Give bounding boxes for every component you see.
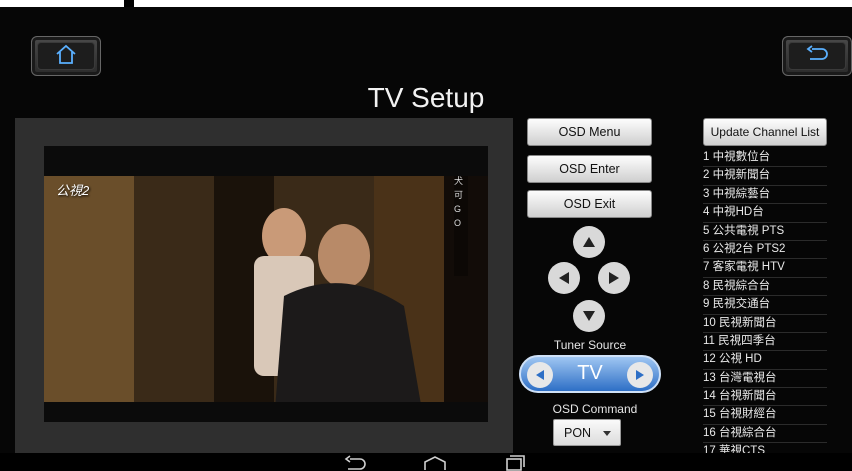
channel-item[interactable]: 5 公共電視 PTS [703,223,827,241]
home-button[interactable] [31,36,101,76]
down-arrow-icon [583,311,595,321]
channel-item[interactable]: 7 客家電視 HTV [703,259,827,278]
tuner-source-label: Tuner Source [553,338,627,352]
channel-item[interactable]: 3 中視綜藝台 [703,186,827,205]
channel-item[interactable]: 15 台視財經台 [703,406,827,425]
left-arrow-icon [559,272,569,284]
dpad-up-button[interactable] [573,226,605,258]
nav-home-icon[interactable] [422,455,448,471]
osd-enter-button[interactable]: OSD Enter [527,155,652,183]
tuner-next-button[interactable] [627,362,653,388]
update-channel-list-button[interactable]: Update Channel List [703,118,827,146]
channel-item[interactable]: 13 台灣電視台 [703,370,827,389]
up-arrow-icon [583,237,595,247]
page-title: TV Setup [367,82,485,113]
channel-item[interactable]: 14 台視新聞台 [703,388,827,407]
back-button[interactable] [782,36,852,76]
channel-item[interactable]: 12 公視 HD [703,351,827,370]
tv-video-preview[interactable]: 公視2 犬 可 G O [44,146,488,422]
side-caption: 犬 可 G O [454,176,464,228]
tuner-source-selector[interactable]: TV [519,355,661,393]
right-arrow-icon [636,370,644,380]
system-nav-bar [0,453,852,471]
channel-list: 1 中視數位台 2 中視新聞台 3 中視綜藝台 4 中視HD台 5 公共電視 P… [703,149,827,462]
status-bar-strip [0,0,852,7]
nav-recents-icon[interactable] [504,455,526,471]
osd-command-label: OSD Command [552,402,638,416]
channel-item[interactable]: 11 民視四季台 [703,333,827,352]
channel-item[interactable]: 16 台視綜合台 [703,425,827,444]
channel-item[interactable]: 2 中視新聞台 [703,167,827,186]
dpad-left-button[interactable] [548,262,580,294]
back-arrow-icon [804,44,830,68]
channel-item[interactable]: 1 中視數位台 [703,149,827,168]
osd-exit-button[interactable]: OSD Exit [527,190,652,218]
dpad-down-button[interactable] [573,300,605,332]
channel-item[interactable]: 9 民視交通台 [703,296,827,315]
osd-command-value: PON [564,426,592,440]
nav-back-icon[interactable] [344,455,368,471]
osd-command-dropdown[interactable]: PON [553,419,621,446]
channel-item[interactable]: 6 公視2台 PTS2 [703,241,827,260]
right-arrow-icon [609,272,619,284]
osd-menu-button[interactable]: OSD Menu [527,118,652,146]
channel-item[interactable]: 4 中視HD台 [703,204,827,223]
channel-item[interactable]: 8 民視綜合台 [703,278,827,297]
channel-logo: 公視2 [56,183,90,198]
chevron-down-icon [603,431,611,436]
home-icon [54,43,78,70]
channel-item[interactable]: 10 民視新聞台 [703,315,827,333]
dpad-right-button[interactable] [598,262,630,294]
